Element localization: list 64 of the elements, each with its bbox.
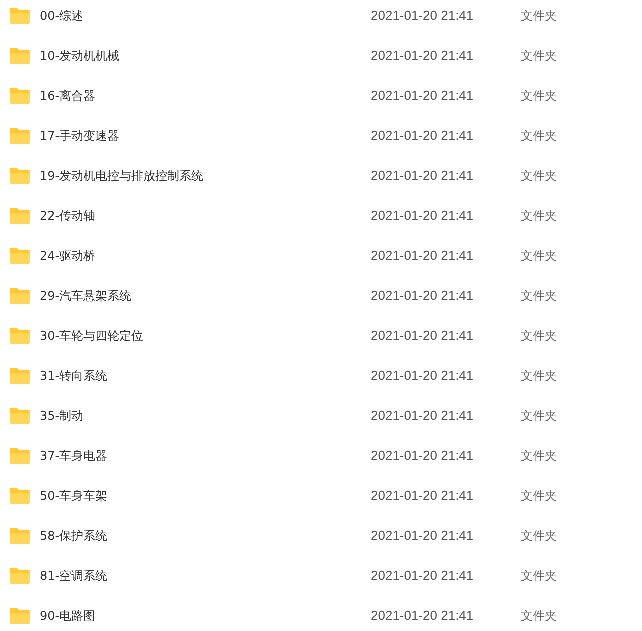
- folder-name[interactable]: 00-综述: [40, 7, 371, 25]
- folder-name[interactable]: 16-离合器: [40, 87, 371, 105]
- file-type: 文件夹: [521, 88, 557, 105]
- modified-date: 2021-01-20 21:41: [371, 207, 475, 226]
- modified-date: 2021-01-20 21:41: [371, 87, 475, 106]
- folder-name[interactable]: 22-传动轴: [40, 207, 371, 225]
- file-type: 文件夹: [521, 248, 557, 265]
- modified-date: 2021-01-20 21:41: [371, 367, 475, 386]
- file-type: 文件夹: [521, 568, 557, 585]
- modified-date: 2021-01-20 21:41: [371, 47, 475, 66]
- file-type: 文件夹: [521, 528, 557, 545]
- modified-date: 2021-01-20 21:41: [371, 607, 475, 626]
- file-type: 文件夹: [521, 8, 557, 25]
- file-type: 文件夹: [521, 328, 557, 345]
- folder-name[interactable]: 37-车身电器: [40, 447, 371, 465]
- file-type: 文件夹: [521, 448, 557, 465]
- folder-name[interactable]: 50-车身车架: [40, 487, 371, 505]
- modified-date: 2021-01-20 21:41: [371, 7, 475, 26]
- modified-date: 2021-01-20 21:41: [371, 247, 475, 266]
- folder-icon: [10, 608, 30, 624]
- folder-icon: [10, 448, 30, 464]
- folder-icon: [10, 288, 30, 304]
- folder-icon: [10, 328, 30, 344]
- folder-name[interactable]: 58-保护系统: [40, 527, 371, 545]
- folder-icon: [10, 168, 30, 184]
- modified-date: 2021-01-20 21:41: [371, 487, 475, 506]
- folder-name[interactable]: 81-空调系统: [40, 567, 371, 585]
- modified-date: 2021-01-20 21:41: [371, 527, 475, 546]
- folder-icon: [10, 368, 30, 384]
- folder-name[interactable]: 35-制动: [40, 407, 371, 425]
- folder-name[interactable]: 30-车轮与四轮定位: [40, 327, 371, 345]
- file-type: 文件夹: [521, 288, 557, 305]
- folder-icon: [10, 48, 30, 64]
- file-type: 文件夹: [521, 368, 557, 385]
- modified-date: 2021-01-20 21:41: [371, 167, 475, 186]
- folder-name[interactable]: 31-转向系统: [40, 367, 371, 385]
- file-type: 文件夹: [521, 608, 557, 625]
- folder-icon: [10, 88, 30, 104]
- folder-name[interactable]: 19-发动机电控与排放控制系统: [40, 167, 371, 185]
- folder-name[interactable]: 17-手动变速器: [40, 127, 371, 145]
- folder-icon: [10, 248, 30, 264]
- modified-date: 2021-01-20 21:41: [371, 567, 475, 586]
- folder-icon: [10, 408, 30, 424]
- folder-icon: [10, 568, 30, 584]
- folder-name[interactable]: 24-驱动桥: [40, 247, 371, 265]
- folder-icon: [10, 208, 30, 224]
- folder-icon: [10, 8, 30, 24]
- folder-name[interactable]: 29-汽车悬架系统: [40, 287, 371, 305]
- file-type: 文件夹: [521, 128, 557, 145]
- file-type: 文件夹: [521, 488, 557, 505]
- modified-date: 2021-01-20 21:41: [371, 407, 475, 426]
- folder-icon: [10, 488, 30, 504]
- file-type: 文件夹: [521, 408, 557, 425]
- folder-icon: [10, 528, 30, 544]
- modified-date: 2021-01-20 21:41: [371, 327, 475, 346]
- folder-icon: [10, 128, 30, 144]
- modified-date: 2021-01-20 21:41: [371, 287, 475, 306]
- folder-name[interactable]: 90-电路图: [40, 607, 371, 625]
- file-type: 文件夹: [521, 48, 557, 65]
- file-type: 文件夹: [521, 168, 557, 185]
- modified-date: 2021-01-20 21:41: [371, 127, 475, 146]
- file-type: 文件夹: [521, 208, 557, 225]
- folder-name[interactable]: 10-发动机机械: [40, 47, 371, 65]
- modified-date: 2021-01-20 21:41: [371, 447, 475, 466]
